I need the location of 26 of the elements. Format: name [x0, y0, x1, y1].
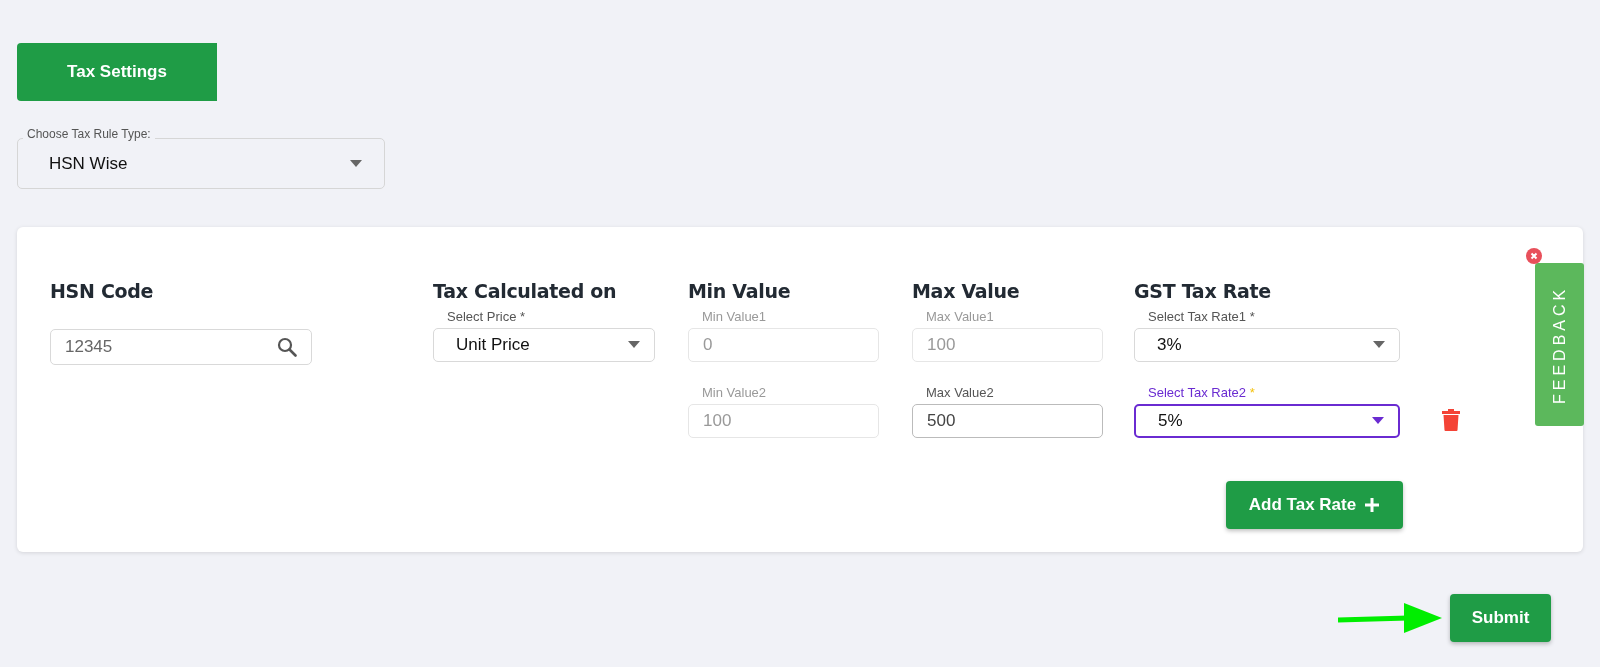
arrow-annotation-icon [1338, 601, 1442, 635]
caret-icon [1372, 417, 1384, 424]
tax-rate-select[interactable]: 3% [1134, 327, 1400, 362]
max-value-field: 100 [912, 327, 1103, 362]
plus-icon [1364, 497, 1381, 513]
column-heading: GST Tax Rate [1134, 279, 1272, 304]
column-heading: HSN Code [50, 279, 155, 304]
caret-icon [628, 341, 640, 348]
caret-icon [1373, 341, 1385, 348]
min-value-field: 0 [688, 327, 879, 362]
column-heading: Max Value [912, 279, 1021, 304]
search-icon [277, 336, 297, 357]
tax-rate-select[interactable]: 5% [1134, 403, 1400, 438]
trash-icon [1442, 409, 1460, 432]
tax-settings-tab[interactable]: Tax Settings [17, 43, 217, 101]
add-tax-rate-button[interactable]: Add Tax Rate [1226, 481, 1403, 529]
delete-button[interactable] [1442, 407, 1460, 432]
caret-icon [350, 160, 362, 167]
close-icon[interactable] [1526, 248, 1542, 264]
column-heading: Tax Calculated on [433, 279, 618, 304]
hsn-code-search-field[interactable]: 12345 [50, 328, 312, 365]
column-heading: Min Value [688, 279, 792, 304]
max-value-field[interactable]: 500 [912, 403, 1103, 438]
submit-button[interactable]: Submit [1450, 594, 1551, 642]
min-value-field: 100 [688, 403, 879, 438]
select-price-dropdown[interactable]: Unit Price [433, 327, 655, 362]
